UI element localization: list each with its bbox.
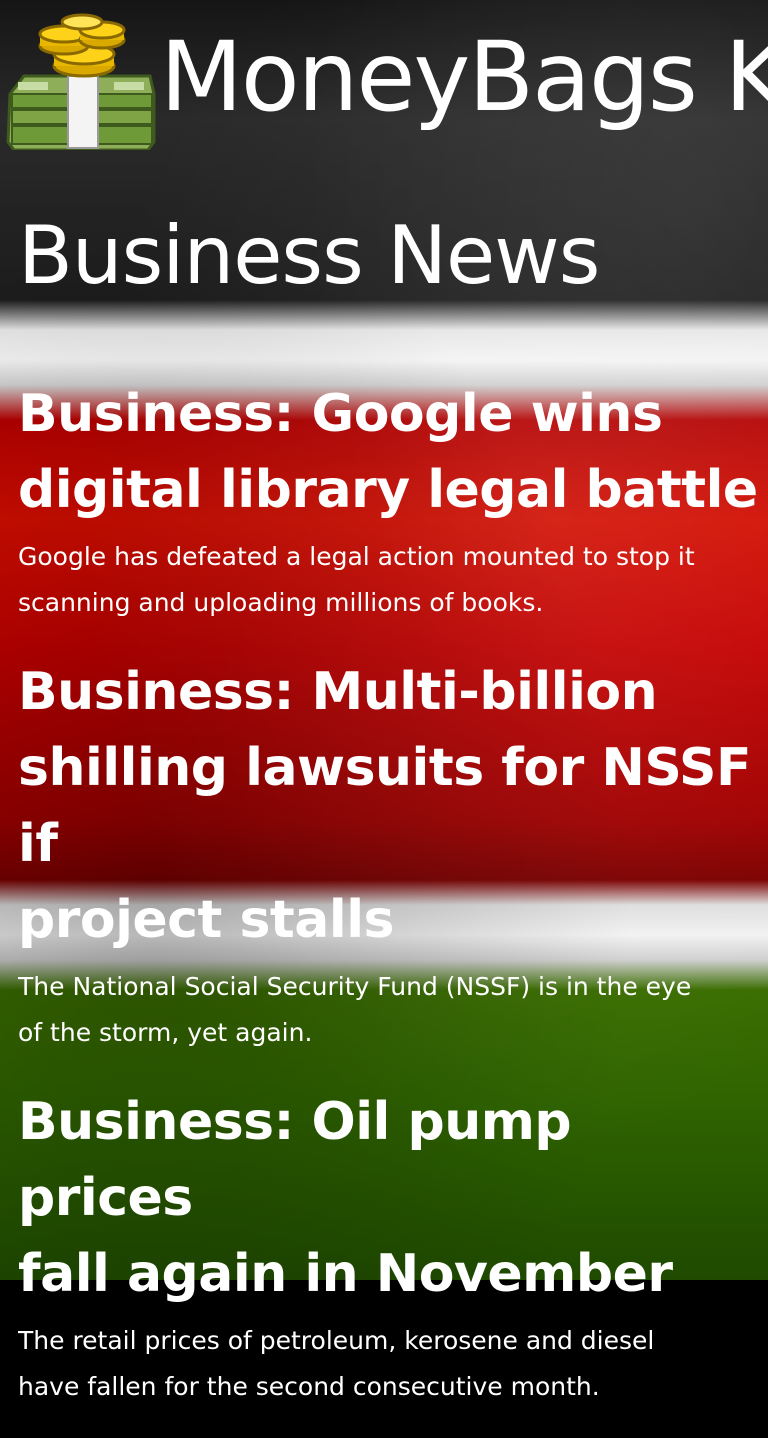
news-list: Business: Google wins digital library le… (18, 376, 763, 1438)
news-summary: The National Social Security Fund (NSSF)… (18, 972, 692, 1047)
news-headline[interactable]: Business: Google wins digital library le… (18, 376, 763, 528)
news-item[interactable]: Business: Google wins digital library le… (18, 376, 763, 626)
news-headline[interactable]: Business: Oil pump prices fall again in … (18, 1084, 763, 1312)
news-item[interactable]: Business: Oil pump prices fall again in … (18, 1084, 763, 1410)
app-header: MoneyBags K (0, 0, 768, 160)
news-headline[interactable]: Business: Multi-billion shilling lawsuit… (18, 654, 763, 958)
app-title: MoneyBags K (160, 21, 768, 133)
news-item[interactable]: Business: Multi-billion shilling lawsuit… (18, 654, 763, 1056)
money-bags-icon (6, 13, 156, 150)
page-title: Business News (18, 209, 600, 302)
news-summary: Google has defeated a legal action mount… (18, 542, 695, 617)
news-summary: The retail prices of petroleum, kerosene… (18, 1326, 655, 1401)
